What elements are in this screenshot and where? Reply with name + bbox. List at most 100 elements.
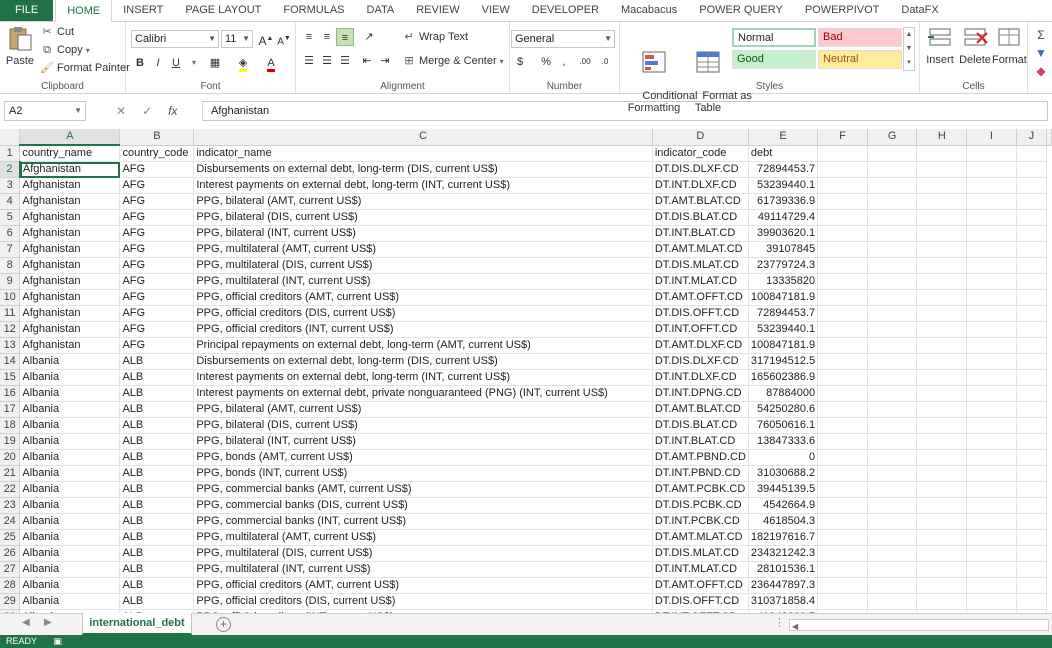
decrease-indent-button[interactable]: ⇤ (358, 52, 376, 70)
cell[interactable]: DT.AMT.BLAT.CD (652, 401, 749, 418)
autosum-icon[interactable]: Σ (1037, 28, 1044, 42)
cell[interactable] (966, 545, 1017, 562)
cell[interactable]: Albania (19, 513, 121, 530)
cell[interactable] (1016, 481, 1048, 498)
cell[interactable] (966, 161, 1017, 178)
cell[interactable]: Albania (19, 545, 121, 562)
cut-button[interactable]: ✂ Cut (40, 25, 74, 39)
cell[interactable] (916, 481, 968, 498)
cell[interactable]: DT.DIS.MLAT.CD (652, 545, 749, 562)
cell[interactable] (966, 513, 1017, 530)
cell[interactable] (817, 513, 868, 530)
cell[interactable]: DT.AMT.PCBK.CD (652, 481, 749, 498)
column-header-h[interactable]: H (916, 129, 968, 146)
number-format-select[interactable]: General ▼ (511, 30, 615, 48)
cell[interactable] (867, 273, 918, 290)
cell[interactable]: Albania (19, 529, 121, 546)
cell[interactable]: PPG, bilateral (AMT, current US$) (193, 401, 653, 418)
cell[interactable]: 39107845 (748, 241, 819, 258)
cell[interactable]: Afghanistan (19, 193, 121, 210)
row-header[interactable]: 18 (0, 417, 21, 434)
next-sheet-icon[interactable]: ▶ (44, 617, 52, 628)
cell[interactable] (916, 257, 968, 274)
cell[interactable]: Albania (19, 465, 121, 482)
column-header-g[interactable]: G (867, 129, 918, 146)
cell[interactable] (966, 577, 1017, 594)
cell[interactable]: ALB (119, 593, 195, 610)
cell[interactable]: PPG, bilateral (INT, current US$) (193, 433, 653, 450)
row-header[interactable]: 3 (0, 177, 21, 194)
cell[interactable]: Afghanistan (19, 257, 121, 274)
cell[interactable]: DT.DIS.DLXF.CD (652, 161, 749, 178)
cell[interactable]: Albania (19, 593, 121, 610)
cell[interactable]: Albania (19, 497, 121, 514)
cell[interactable]: Albania (19, 561, 121, 578)
cell[interactable] (817, 273, 868, 290)
cell[interactable] (867, 193, 918, 210)
cell[interactable] (867, 561, 918, 578)
align-center-button[interactable]: ☰ (318, 52, 336, 70)
cell[interactable]: 49114729.4 (748, 209, 819, 226)
cell[interactable]: debt (748, 145, 819, 162)
fill-color-button[interactable]: ◈ (234, 54, 252, 72)
cell[interactable] (817, 225, 868, 242)
cell[interactable]: AFG (119, 273, 195, 290)
cell[interactable]: 100847181.9 (748, 289, 819, 306)
cell[interactable] (817, 337, 868, 354)
align-bottom-button[interactable]: ≡ (336, 28, 354, 46)
cell[interactable]: PPG, bilateral (INT, current US$) (193, 225, 653, 242)
cell[interactable] (916, 161, 968, 178)
column-header-a[interactable]: A (19, 129, 121, 146)
cell[interactable]: Afghanistan (19, 225, 121, 242)
row-header[interactable]: 13 (0, 337, 21, 354)
cell[interactable]: PPG, bonds (AMT, current US$) (193, 449, 653, 466)
column-header-e[interactable]: E (748, 129, 819, 146)
merge-center-button[interactable]: ⊞ Merge & Center ▾ (402, 54, 503, 68)
cell[interactable]: 31030688.2 (748, 465, 819, 482)
cell[interactable] (916, 577, 968, 594)
cell[interactable]: Albania (19, 385, 121, 402)
cell[interactable] (817, 417, 868, 434)
cell[interactable] (1016, 321, 1048, 338)
cell[interactable] (966, 385, 1017, 402)
cell[interactable]: Albania (19, 353, 121, 370)
style-neutral[interactable]: Neutral (818, 50, 902, 69)
cell[interactable] (966, 481, 1017, 498)
cell[interactable]: Disbursements on external debt, long-ter… (193, 353, 653, 370)
row-header[interactable]: 22 (0, 481, 21, 498)
cell[interactable]: Albania (19, 401, 121, 418)
cell[interactable] (966, 401, 1017, 418)
cell[interactable] (966, 177, 1017, 194)
row-header[interactable]: 7 (0, 241, 21, 258)
cell[interactable]: AFG (119, 241, 195, 258)
style-bad[interactable]: Bad (818, 28, 902, 47)
cell[interactable]: DT.INT.PBND.CD (652, 465, 749, 482)
cell[interactable] (817, 369, 868, 386)
cell[interactable] (817, 321, 868, 338)
cell[interactable]: ALB (119, 417, 195, 434)
cell[interactable] (817, 577, 868, 594)
cell[interactable]: AFG (119, 161, 195, 178)
row-header[interactable]: 15 (0, 369, 21, 386)
cell[interactable] (1016, 561, 1048, 578)
cell[interactable]: PPG, official creditors (INT, current US… (193, 321, 653, 338)
cell[interactable]: PPG, bilateral (AMT, current US$) (193, 193, 653, 210)
cell[interactable] (1016, 577, 1048, 594)
tab-insert[interactable]: INSERT (112, 0, 174, 21)
cell[interactable]: 53239440.1 (748, 177, 819, 194)
row-header[interactable]: 28 (0, 577, 21, 594)
cell[interactable] (867, 225, 918, 242)
increase-decimal-button[interactable]: .00 (576, 53, 594, 71)
cell[interactable]: 76050616.1 (748, 417, 819, 434)
cell[interactable] (867, 513, 918, 530)
tab-power-query[interactable]: POWER QUERY (688, 0, 794, 21)
align-right-button[interactable]: ☰ (336, 52, 354, 70)
cell[interactable] (916, 513, 968, 530)
cell[interactable]: Albania (19, 577, 121, 594)
cell[interactable] (867, 545, 918, 562)
row-header[interactable]: 4 (0, 193, 21, 210)
cell[interactable] (916, 289, 968, 306)
active-cell[interactable]: Afghanistan (19, 161, 121, 178)
row-header[interactable]: 9 (0, 273, 21, 290)
cell[interactable]: Albania (19, 433, 121, 450)
